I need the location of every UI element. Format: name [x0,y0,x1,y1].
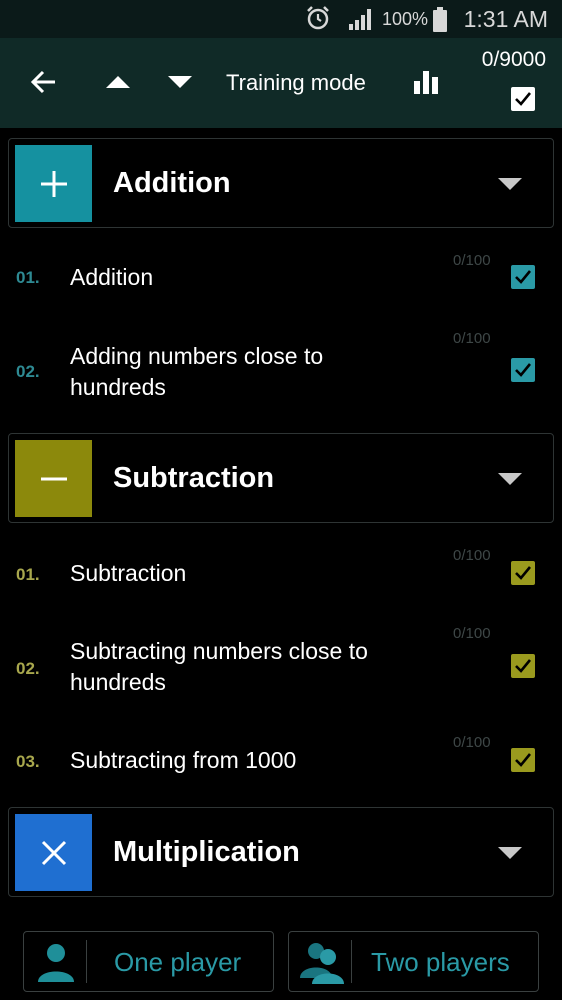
signal-icon [347,6,375,37]
status-time: 1:31 AM [463,6,548,32]
checkmark-icon [515,659,532,673]
checkmark-icon [515,270,532,284]
item-number: 03. [16,752,40,771]
section-title: Addition [113,167,231,199]
item-score: 0/100 [453,625,491,642]
battery-percent: 100% [382,9,429,29]
item-label: Addition [70,264,154,290]
list-item[interactable]: 02. Adding numbers close to hundreds 0/1… [0,320,562,425]
list-item[interactable]: 01. Subtraction 0/100 [0,535,562,615]
section-addition[interactable]: Addition [8,138,554,228]
item-checkbox[interactable] [511,561,535,585]
battery-icon [432,7,448,38]
list-item[interactable]: 03. Subtracting from 1000 0/100 [0,723,562,803]
one-player-label: One player [114,947,242,977]
list-item[interactable]: 02. Subtracting numbers close to hundred… [0,615,562,723]
section-multiplication[interactable]: Multiplication [8,807,554,897]
person-icon [34,940,78,989]
chevron-down-icon[interactable] [497,177,523,196]
item-checkbox[interactable] [511,358,535,382]
item-label: Subtracting numbers close to hundreds [70,638,368,695]
alarm-icon [305,5,331,36]
list-item[interactable]: 01. Addition 0/100 [0,240,562,320]
one-player-button[interactable]: One player [23,931,274,992]
item-checkbox[interactable] [511,265,535,289]
item-score: 0/100 [453,330,491,347]
item-label: Subtraction [70,560,187,586]
status-bar: 100% 1:31 AM [0,0,562,38]
item-score: 0/100 [453,252,491,269]
addition-icon [15,145,92,222]
back-button[interactable] [22,60,66,104]
item-score: 0/100 [453,734,491,751]
item-checkbox[interactable] [511,654,535,678]
item-number: 01. [16,565,40,584]
chevron-down-icon[interactable] [497,846,523,865]
toolbar: Training mode 0/9000 [0,38,562,128]
scroll-down-button[interactable] [158,60,202,104]
scroll-up-button[interactable] [96,60,140,104]
divider [86,940,87,983]
subtraction-icon [15,440,92,517]
divider [351,940,352,983]
arrow-left-icon [30,70,55,94]
item-score: 0/100 [453,547,491,564]
section-title: Multiplication [113,836,300,868]
triangle-down-icon [168,76,192,88]
section-title: Subtraction [113,462,275,494]
checkmark-icon [515,363,532,377]
bar-chart-icon [414,71,438,94]
triangle-up-icon [106,76,130,88]
item-number: 01. [16,268,40,287]
two-players-label: Two players [371,947,510,977]
item-number: 02. [16,659,40,678]
section-subtraction[interactable]: Subtraction [8,433,554,523]
item-number: 02. [16,362,40,381]
select-all-checkbox[interactable] [511,87,535,111]
item-label: Adding numbers close to hundreds [70,343,324,400]
checkmark-icon [515,753,532,767]
total-score-counter: 0/9000 [481,48,546,71]
people-icon [299,940,347,989]
checkmark-icon [515,566,532,580]
item-label: Subtracting from 1000 [70,747,297,773]
multiplication-icon [15,814,92,891]
toolbar-title: Training mode [226,70,366,95]
checkmark-icon [515,92,532,106]
chevron-down-icon[interactable] [497,472,523,491]
statistics-button[interactable] [404,60,448,104]
two-players-button[interactable]: Two players [288,931,539,992]
item-checkbox[interactable] [511,748,535,772]
